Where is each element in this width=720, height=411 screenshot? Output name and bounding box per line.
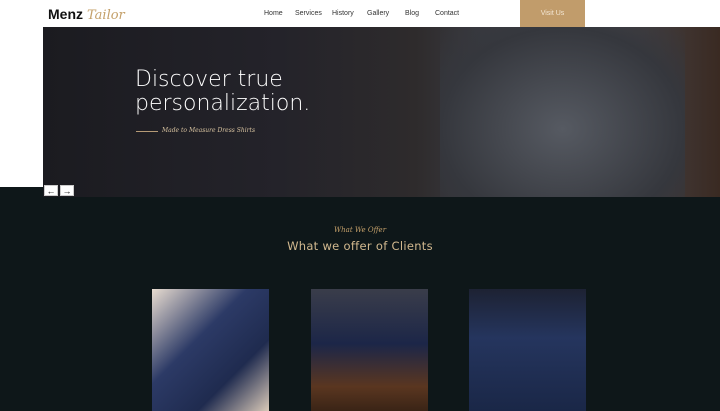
hero-subtitle: Made to Measure Dress Shirts <box>162 127 256 134</box>
hero-title: Discover true personalization. <box>135 68 310 116</box>
subtitle-divider <box>136 131 158 132</box>
nav-history[interactable]: History <box>332 10 354 17</box>
nav-contact[interactable]: Contact <box>435 10 459 17</box>
arrow-left-icon[interactable]: ← <box>44 185 58 196</box>
hero-title-line1: Discover true <box>135 67 283 92</box>
left-white-block <box>0 27 43 187</box>
service-image-fabric-cutting[interactable] <box>311 289 428 411</box>
service-image-measuring-wrist[interactable] <box>152 289 269 411</box>
nav-gallery[interactable]: Gallery <box>367 10 389 17</box>
hero-title-line2: personalization. <box>135 91 311 116</box>
section-kicker: What We Offer <box>333 226 387 234</box>
logo-script: Tailor <box>87 8 125 23</box>
nav-blog[interactable]: Blog <box>405 10 419 17</box>
logo[interactable]: Menz Tailor <box>48 6 125 23</box>
section-title: What we offer of Clients <box>287 239 433 253</box>
hero-tailor-figure <box>440 27 685 197</box>
nav-services[interactable]: Services <box>295 10 322 17</box>
arrow-right-icon[interactable]: → <box>60 185 74 196</box>
logo-main: Menz <box>48 6 83 22</box>
nav-home[interactable]: Home <box>264 10 283 17</box>
service-image-suit-fitting[interactable] <box>469 289 586 411</box>
site-header: Menz Tailor Home Services History Gallery… <box>0 0 720 27</box>
visit-us-button[interactable]: Visit Us <box>520 0 585 27</box>
